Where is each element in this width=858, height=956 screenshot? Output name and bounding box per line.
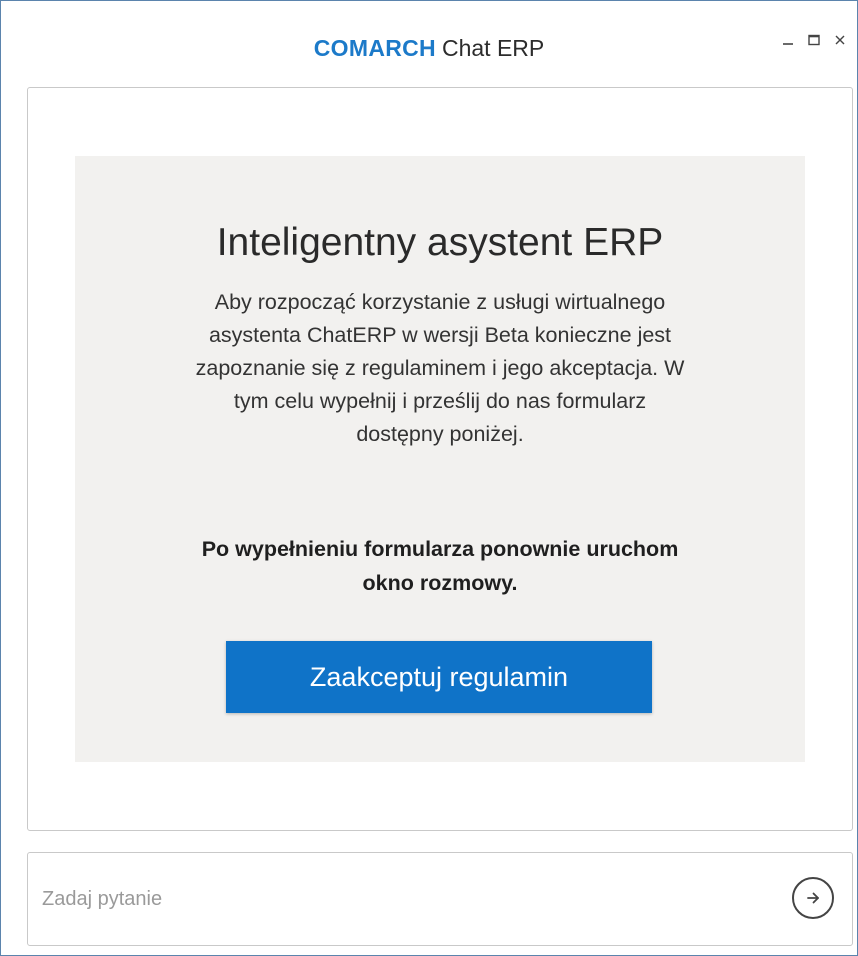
close-button[interactable]	[829, 29, 851, 51]
arrow-right-icon	[807, 892, 819, 904]
card-description: Aby rozpocząć korzystanie z usługi wirtu…	[115, 286, 765, 451]
description-line: tym celu wypełnij i prześlij do nas form…	[233, 389, 647, 413]
brand-logo: COMARCH	[313, 35, 436, 61]
description-line: asystenta ChatERP w wersji Beta konieczn…	[208, 323, 672, 347]
maximize-button[interactable]	[803, 29, 825, 51]
window-controls	[777, 29, 851, 51]
question-bar	[27, 852, 853, 946]
question-input[interactable]	[42, 879, 762, 919]
maximize-icon	[808, 34, 820, 46]
chat-window: COMARCH Chat ERP Inteligentny asystent E…	[0, 0, 858, 956]
app-name: Chat ERP	[441, 35, 545, 61]
title-bar: COMARCH Chat ERP	[1, 1, 857, 87]
description-line: dostępny poniżej.	[356, 422, 524, 446]
terms-card: Inteligentny asystent ERP Aby rozpocząć …	[75, 156, 805, 762]
conversation-panel: Inteligentny asystent ERP Aby rozpocząć …	[27, 87, 853, 831]
description-line: zapoznanie się z regulaminem i jego akce…	[195, 356, 685, 380]
minimize-icon	[783, 43, 793, 45]
restart-note: Po wypełnieniu formularza ponownie uruch…	[115, 532, 765, 600]
note-line: okno rozmowy.	[362, 571, 518, 595]
minimize-button[interactable]	[777, 29, 799, 51]
card-title: Inteligentny asystent ERP	[216, 221, 664, 264]
description-line: Aby rozpocząć korzystanie z usługi wirtu…	[214, 290, 666, 314]
app-title: COMARCH Chat ERP	[1, 33, 857, 63]
accept-terms-button[interactable]: Zaakceptuj regulamin	[226, 641, 652, 713]
note-line: Po wypełnieniu formularza ponownie uruch…	[201, 537, 679, 561]
close-icon	[835, 35, 845, 45]
send-button[interactable]	[792, 877, 834, 919]
